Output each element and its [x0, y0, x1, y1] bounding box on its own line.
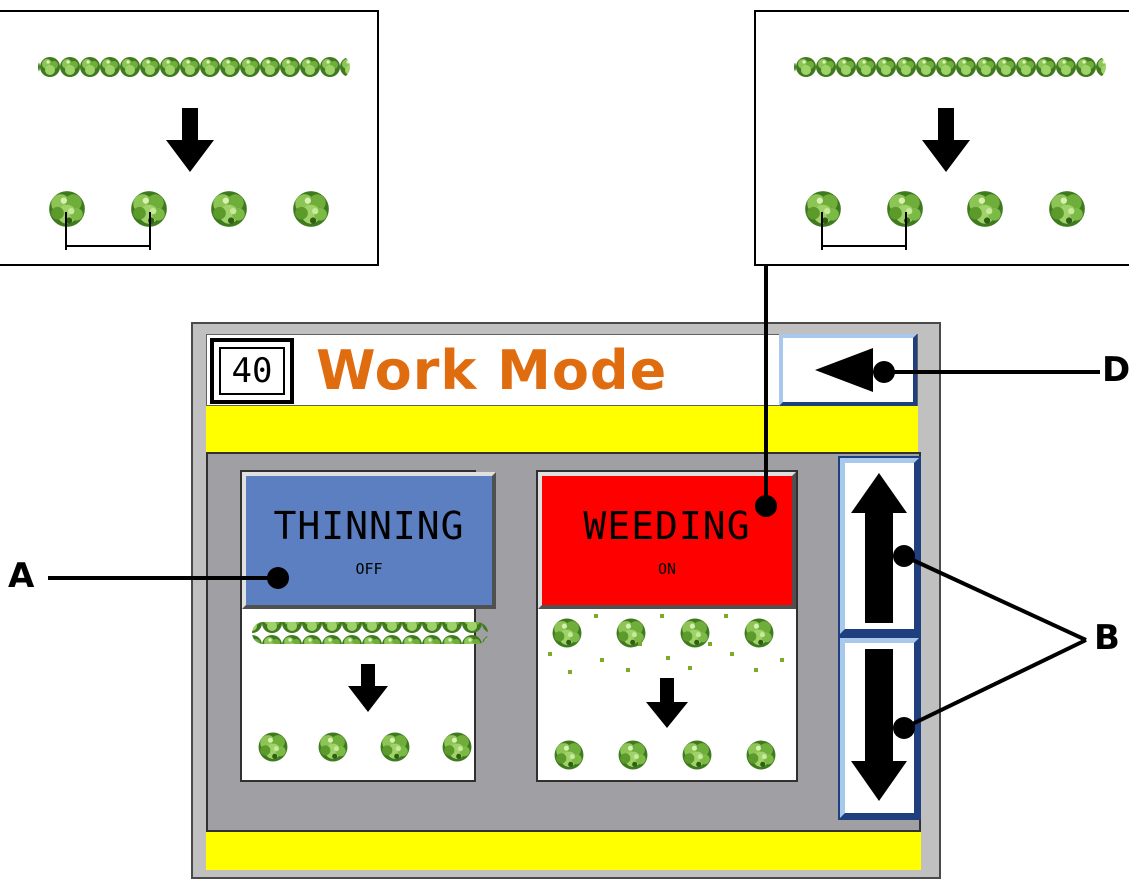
top-status-strip [206, 406, 918, 452]
thinning-button[interactable]: THINNING OFF [242, 472, 496, 609]
left-triangle-icon [815, 348, 873, 392]
thinning-label: THINNING [273, 503, 465, 548]
thinning-status: OFF [355, 559, 383, 578]
thinning-illustration-left [38, 55, 350, 250]
arrow-down-icon [851, 649, 907, 801]
callout-letter-b: B [1094, 618, 1120, 658]
screen-title: Work Mode [316, 338, 668, 402]
scroll-down-button[interactable] [840, 638, 919, 818]
illustration-box-left [0, 10, 379, 266]
page-number-box: 40 [210, 338, 294, 404]
back-button[interactable] [779, 334, 917, 406]
weeding-label: WEEDING [583, 503, 751, 548]
thinning-preview [252, 622, 488, 762]
callout-letter-d: D [1102, 350, 1129, 390]
bottom-status-strip [206, 832, 921, 870]
scroll-up-button[interactable] [840, 458, 919, 634]
illustration-box-right [754, 10, 1129, 266]
arrow-up-icon [851, 473, 907, 623]
page-number: 40 [219, 347, 285, 395]
weeding-preview [548, 614, 784, 770]
thinning-illustration-right [794, 55, 1106, 250]
weeding-status: ON [657, 559, 677, 578]
weeding-button[interactable]: WEEDING ON [538, 472, 796, 609]
callout-letter-a: A [8, 556, 35, 596]
